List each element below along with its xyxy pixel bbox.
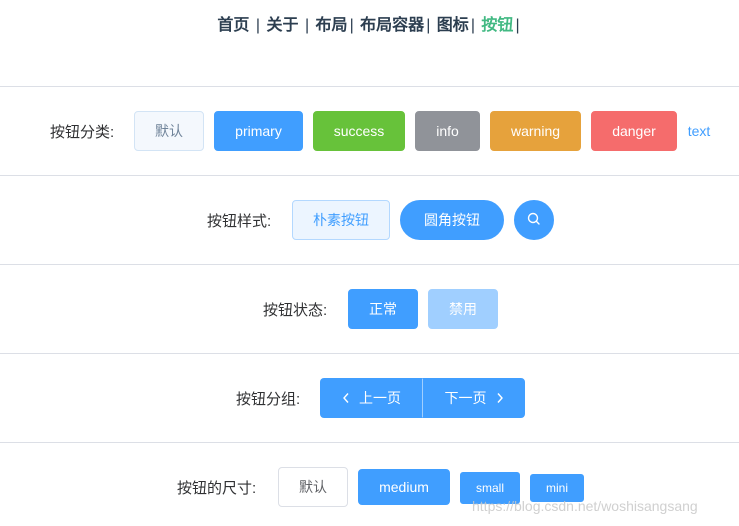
nav-layout[interactable]: 布局 — [316, 17, 348, 34]
next-page-label: 下一页 — [444, 390, 487, 406]
nav-separator: | — [304, 17, 310, 34]
success-button[interactable]: success — [313, 111, 405, 151]
watermark: https://blog.csdn.net/woshisangsang — [472, 498, 698, 514]
prev-page-label: 上一页 — [359, 390, 401, 406]
warning-button[interactable]: warning — [490, 111, 581, 151]
nav-icons[interactable]: 图标 — [437, 17, 469, 34]
button-sizes-label: 按钮的尺寸: — [177, 479, 257, 497]
medium-size-button[interactable]: medium — [358, 469, 450, 505]
button-group-label: 按钮分组: — [236, 390, 301, 408]
nav-separator: | — [426, 17, 431, 34]
nav-buttons[interactable]: 按钮 — [481, 17, 513, 34]
circle-search-button[interactable] — [514, 200, 554, 240]
normal-button[interactable]: 正常 — [348, 289, 418, 329]
primary-button[interactable]: primary — [214, 111, 303, 151]
plain-button[interactable]: 朴素按钮 — [292, 200, 390, 240]
button-styles-row: 按钮样式: 朴素按钮 圆角按钮 — [0, 200, 739, 240]
nav-container[interactable]: 布局容器 — [360, 17, 424, 34]
chevron-left-icon — [342, 392, 350, 404]
button-group-row: 按钮分组: 上一页 下一页 — [0, 378, 739, 418]
divider — [0, 353, 739, 354]
button-states-row: 按钮状态: 正常 禁用 — [0, 289, 739, 329]
info-button[interactable]: info — [415, 111, 480, 151]
button-styles-label: 按钮样式: — [207, 212, 272, 230]
round-button[interactable]: 圆角按钮 — [400, 200, 504, 240]
divider — [0, 264, 739, 265]
nav-separator: | — [255, 17, 261, 34]
divider — [0, 442, 739, 443]
nav-separator: | — [470, 17, 475, 34]
prev-page-button[interactable]: 上一页 — [320, 378, 423, 418]
default-size-button[interactable]: 默认 — [278, 467, 348, 507]
text-button[interactable]: text — [683, 111, 715, 151]
chevron-right-icon — [496, 392, 504, 404]
top-nav: 首页 | 关于 | 布局 | 布局容器 | 图标 | 按钮 | — [0, 11, 739, 35]
disabled-button: 禁用 — [428, 289, 498, 329]
next-page-button[interactable]: 下一页 — [423, 378, 525, 418]
danger-button[interactable]: danger — [591, 111, 677, 151]
button-types-label: 按钮分类: — [50, 123, 115, 141]
button-types-row: 按钮分类: 默认 primary success info warning da… — [0, 111, 739, 151]
divider — [0, 86, 739, 87]
nav-about[interactable]: 关于 — [266, 17, 298, 34]
pagination-button-group: 上一页 下一页 — [320, 378, 525, 418]
divider — [0, 175, 739, 176]
nav-home[interactable]: 首页 — [217, 17, 249, 34]
search-icon — [527, 212, 541, 229]
nav-separator: | — [515, 17, 520, 34]
default-button[interactable]: 默认 — [134, 111, 204, 151]
button-states-label: 按钮状态: — [263, 301, 328, 319]
nav-separator: | — [349, 17, 354, 34]
